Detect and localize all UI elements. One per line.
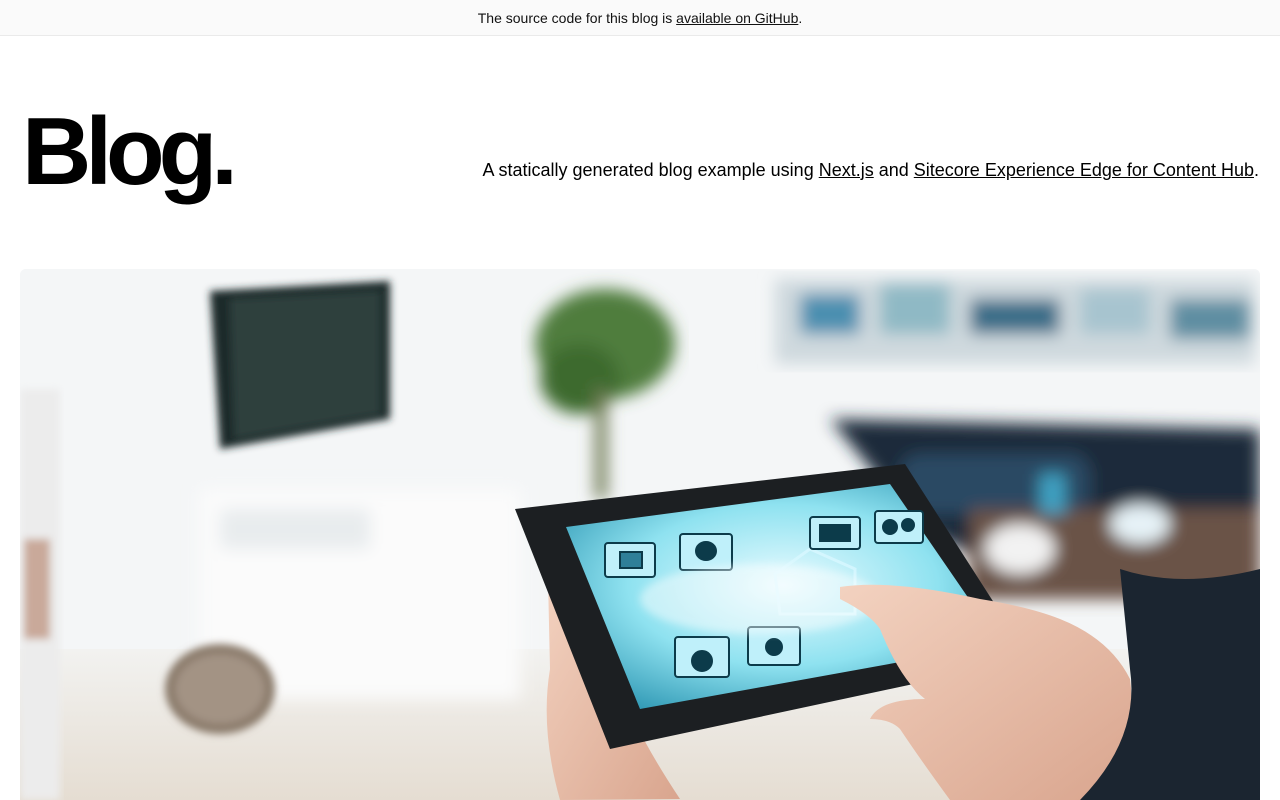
github-link[interactable]: available on GitHub [676, 10, 798, 26]
intro-prefix: A statically generated blog example usin… [482, 160, 819, 180]
top-banner: The source code for this blog is availab… [0, 0, 1280, 36]
sitecore-link[interactable]: Sitecore Experience Edge for Content Hub [914, 160, 1254, 180]
banner-suffix: . [798, 9, 803, 26]
hero-photo [20, 269, 1260, 800]
intro-text: A statically generated blog example usin… [483, 160, 1260, 181]
banner-text: The source code for this blog is [477, 9, 677, 26]
intro-suffix: . [1253, 160, 1259, 180]
intro-middle: and [873, 160, 914, 180]
hero-image[interactable] [20, 269, 1260, 800]
nextjs-link[interactable]: Next.js [819, 160, 874, 180]
blog-title[interactable]: Blog. [22, 104, 238, 200]
